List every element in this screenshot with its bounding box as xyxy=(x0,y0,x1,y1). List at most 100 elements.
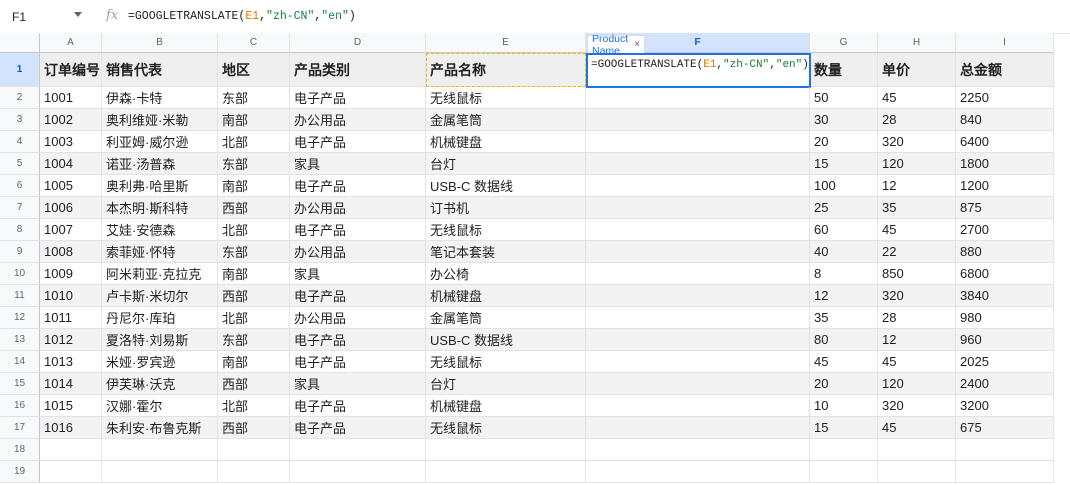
empty-cell[interactable] xyxy=(586,461,810,483)
table-cell[interactable]: 卢卡斯·米切尔 xyxy=(102,285,218,307)
table-cell[interactable]: 15 xyxy=(810,417,878,439)
table-cell[interactable]: 980 xyxy=(956,307,1054,329)
table-cell[interactable]: 米娅·罗宾逊 xyxy=(102,351,218,373)
table-cell[interactable] xyxy=(586,373,810,395)
name-box[interactable]: F1 xyxy=(12,10,26,24)
table-cell[interactable]: 北部 xyxy=(218,131,290,153)
empty-cell[interactable] xyxy=(102,461,218,483)
table-cell[interactable]: 电子产品 xyxy=(290,329,426,351)
table-cell[interactable]: 8 xyxy=(810,263,878,285)
table-cell[interactable]: 12 xyxy=(878,175,956,197)
table-cell[interactable]: 机械键盘 xyxy=(426,395,586,417)
table-cell[interactable]: 320 xyxy=(878,395,956,417)
table-cell[interactable]: 1013 xyxy=(40,351,102,373)
table-cell[interactable] xyxy=(586,241,810,263)
header-cell[interactable]: 总金额 xyxy=(956,53,1054,87)
table-cell[interactable] xyxy=(586,395,810,417)
row-header-14[interactable]: 14 xyxy=(0,351,40,373)
table-cell[interactable]: 1009 xyxy=(40,263,102,285)
formula-hint-close-icon[interactable]: × xyxy=(634,39,640,50)
table-cell[interactable]: 西部 xyxy=(218,417,290,439)
table-cell[interactable]: 西部 xyxy=(218,197,290,219)
table-cell[interactable]: 1006 xyxy=(40,197,102,219)
column-header-a[interactable]: A xyxy=(40,33,102,53)
select-all-corner[interactable] xyxy=(0,33,40,53)
active-cell-f1[interactable]: =GOOGLETRANSLATE(E1,"zh-CN","en") xyxy=(586,53,811,88)
header-cell[interactable]: 产品名称 xyxy=(426,53,586,87)
table-cell[interactable]: 100 xyxy=(810,175,878,197)
row-header-3[interactable]: 3 xyxy=(0,109,40,131)
column-header-i[interactable]: I xyxy=(956,33,1054,53)
table-cell[interactable]: 无线鼠标 xyxy=(426,87,586,109)
table-cell[interactable] xyxy=(586,307,810,329)
row-header-18[interactable]: 18 xyxy=(0,439,40,461)
table-cell[interactable]: 120 xyxy=(878,373,956,395)
row-header-17[interactable]: 17 xyxy=(0,417,40,439)
empty-cell[interactable] xyxy=(102,439,218,461)
row-header-10[interactable]: 10 xyxy=(0,263,40,285)
table-cell[interactable]: 6800 xyxy=(956,263,1054,285)
table-cell[interactable]: 家具 xyxy=(290,153,426,175)
table-cell[interactable]: 东部 xyxy=(218,87,290,109)
table-cell[interactable]: 南部 xyxy=(218,175,290,197)
row-header-5[interactable]: 5 xyxy=(0,153,40,175)
table-cell[interactable]: 奥利维娅·米勒 xyxy=(102,109,218,131)
table-cell[interactable]: 45 xyxy=(878,417,956,439)
table-cell[interactable]: 2250 xyxy=(956,87,1054,109)
table-cell[interactable]: 320 xyxy=(878,285,956,307)
row-header-11[interactable]: 11 xyxy=(0,285,40,307)
table-cell[interactable]: 30 xyxy=(810,109,878,131)
table-cell[interactable]: 35 xyxy=(810,307,878,329)
formula-input[interactable]: =GOOGLETRANSLATE(E1,"zh-CN","en") xyxy=(128,10,356,23)
column-header-d[interactable]: D xyxy=(290,33,426,53)
table-cell[interactable]: 80 xyxy=(810,329,878,351)
column-header-b[interactable]: B xyxy=(102,33,218,53)
header-cell[interactable]: 订单编号 xyxy=(40,53,102,87)
table-cell[interactable]: 320 xyxy=(878,131,956,153)
empty-cell[interactable] xyxy=(878,439,956,461)
table-cell[interactable]: 机械键盘 xyxy=(426,285,586,307)
header-cell[interactable]: 数量 xyxy=(810,53,878,87)
table-cell[interactable]: 朱利安·布鲁克斯 xyxy=(102,417,218,439)
table-cell[interactable]: 丹尼尔·库珀 xyxy=(102,307,218,329)
row-header-4[interactable]: 4 xyxy=(0,131,40,153)
table-cell[interactable]: 45 xyxy=(810,351,878,373)
table-cell[interactable]: 东部 xyxy=(218,329,290,351)
table-cell[interactable]: 1800 xyxy=(956,153,1054,175)
table-cell[interactable]: 电子产品 xyxy=(290,351,426,373)
table-cell[interactable]: 35 xyxy=(878,197,956,219)
column-header-c[interactable]: C xyxy=(218,33,290,53)
table-cell[interactable]: 伊芙琳·沃克 xyxy=(102,373,218,395)
table-cell[interactable]: 1012 xyxy=(40,329,102,351)
table-cell[interactable]: 索菲娅·怀特 xyxy=(102,241,218,263)
table-cell[interactable]: 无线鼠标 xyxy=(426,351,586,373)
table-cell[interactable]: 2400 xyxy=(956,373,1054,395)
row-header-15[interactable]: 15 xyxy=(0,373,40,395)
table-cell[interactable]: 办公用品 xyxy=(290,241,426,263)
table-cell[interactable]: USB-C 数据线 xyxy=(426,329,586,351)
table-cell[interactable]: 12 xyxy=(810,285,878,307)
table-cell[interactable]: 20 xyxy=(810,131,878,153)
table-cell[interactable]: 办公用品 xyxy=(290,109,426,131)
table-cell[interactable]: 南部 xyxy=(218,109,290,131)
table-cell[interactable]: 1010 xyxy=(40,285,102,307)
table-cell[interactable]: 阿米莉亚·克拉克 xyxy=(102,263,218,285)
table-cell[interactable]: 1003 xyxy=(40,131,102,153)
table-cell[interactable]: 12 xyxy=(878,329,956,351)
empty-cell[interactable] xyxy=(810,461,878,483)
table-cell[interactable] xyxy=(586,285,810,307)
row-header-12[interactable]: 12 xyxy=(0,307,40,329)
row-header-7[interactable]: 7 xyxy=(0,197,40,219)
table-cell[interactable]: 夏洛特·刘易斯 xyxy=(102,329,218,351)
table-cell[interactable]: 家具 xyxy=(290,263,426,285)
table-cell[interactable]: 1016 xyxy=(40,417,102,439)
table-cell[interactable]: 28 xyxy=(878,307,956,329)
table-cell[interactable] xyxy=(586,153,810,175)
row-header-1[interactable]: 1 xyxy=(0,53,40,87)
row-header-9[interactable]: 9 xyxy=(0,241,40,263)
table-cell[interactable]: 无线鼠标 xyxy=(426,417,586,439)
empty-cell[interactable] xyxy=(218,461,290,483)
empty-cell[interactable] xyxy=(426,461,586,483)
header-cell[interactable]: 地区 xyxy=(218,53,290,87)
header-cell[interactable]: 产品类别 xyxy=(290,53,426,87)
